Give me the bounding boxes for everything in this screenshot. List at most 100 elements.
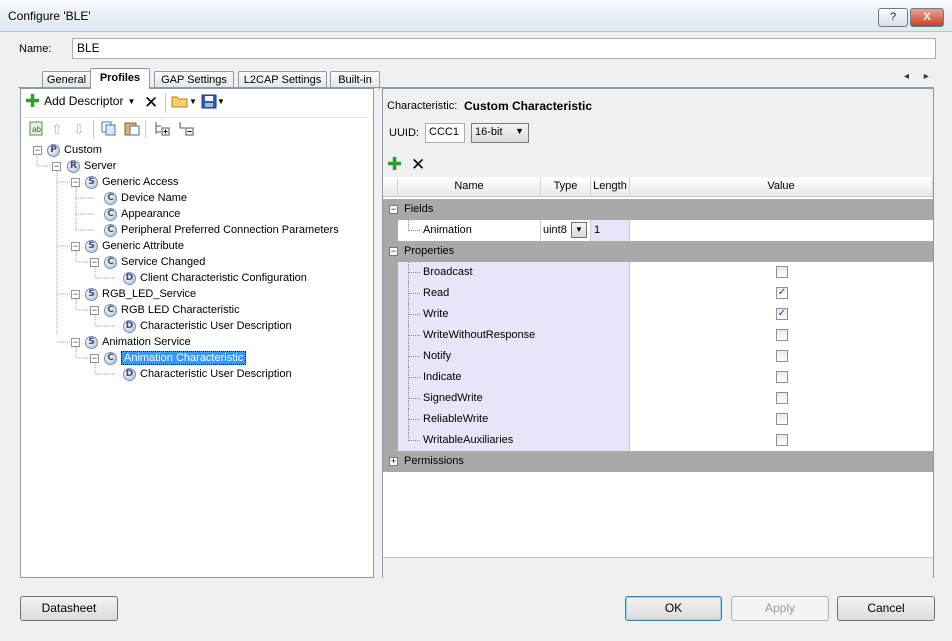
property-checkbox[interactable]	[776, 266, 788, 278]
property-row[interactable]: Broadcast	[383, 262, 933, 283]
header-value[interactable]: Value	[630, 177, 933, 197]
tree-node-label: Generic Attribute	[102, 240, 184, 252]
copy-icon[interactable]	[101, 121, 117, 136]
tree-node-animation-service[interactable]: S Animation Service	[85, 334, 191, 350]
property-row[interactable]: SignedWrite	[383, 388, 933, 409]
open-folder-icon[interactable]: ▼	[171, 94, 197, 108]
field-value[interactable]	[630, 220, 933, 241]
service-badge-icon: S	[85, 175, 98, 189]
category-permissions[interactable]: + Permissions	[383, 451, 933, 472]
tree-node-service-changed[interactable]: C Service Changed	[104, 254, 205, 270]
property-checkbox[interactable]	[776, 392, 788, 404]
tree-node-characteristic-user-description[interactable]: D Characteristic User Description	[123, 318, 292, 334]
descriptor-badge-icon: D	[123, 367, 136, 381]
collapse-all-icon[interactable]	[177, 121, 195, 136]
tree-node-rgb-led-characteristic[interactable]: C RGB LED Characteristic	[104, 302, 240, 318]
field-type-select[interactable]: uint8 ▼	[541, 220, 591, 241]
expand-all-icon[interactable]	[153, 121, 171, 136]
collapse-toggle-icon[interactable]: −	[90, 258, 99, 267]
property-value[interactable]: ✓	[630, 283, 933, 304]
property-row[interactable]: Indicate	[383, 367, 933, 388]
property-row[interactable]: WritableAuxiliaries	[383, 430, 933, 451]
cancel-button[interactable]: Cancel	[837, 596, 935, 621]
collapse-toggle-icon[interactable]: −	[71, 242, 80, 251]
collapse-toggle-icon[interactable]: −	[71, 338, 80, 347]
tree-node-client-characteristic-configuration[interactable]: D Client Characteristic Configuration	[123, 270, 307, 286]
help-button[interactable]: ?	[878, 8, 908, 27]
move-down-icon[interactable]: ⇩	[73, 121, 85, 138]
property-checkbox[interactable]: ✓	[776, 287, 788, 299]
property-value[interactable]	[630, 367, 933, 388]
collapse-toggle-icon[interactable]: −	[52, 162, 61, 171]
delete-icon[interactable]: ✕	[144, 93, 158, 113]
header-name[interactable]: Name	[398, 177, 541, 197]
dropdown-arrow-icon[interactable]: ▼	[571, 222, 587, 238]
property-row[interactable]: WriteWithoutResponse	[383, 325, 933, 346]
header-length[interactable]: Length	[591, 177, 630, 197]
property-checkbox[interactable]	[776, 329, 788, 341]
property-value[interactable]	[630, 325, 933, 346]
field-length[interactable]: 1	[591, 220, 630, 241]
tree-node-label: Generic Access	[102, 176, 179, 188]
collapse-toggle-icon[interactable]: −	[90, 306, 99, 315]
collapse-toggle-icon[interactable]: −	[33, 146, 42, 155]
header-type[interactable]: Type	[541, 177, 591, 197]
datasheet-button[interactable]: Datasheet	[20, 596, 118, 621]
property-row[interactable]: ReliableWrite	[383, 409, 933, 430]
collapse-toggle-icon[interactable]: −	[71, 178, 80, 187]
tab-scroll-arrows-icon[interactable]: ◂ ▸	[904, 71, 935, 82]
tree-node-animation-characteristic[interactable]: C Animation Characteristic	[104, 350, 247, 366]
property-checkbox[interactable]: ✓	[776, 308, 788, 320]
tree-node-characteristic-user-description[interactable]: D Characteristic User Description	[123, 366, 292, 382]
collapse-toggle-icon[interactable]: −	[90, 354, 99, 363]
toolbar-separator	[145, 120, 146, 138]
add-field-icon[interactable]: ✚	[387, 155, 402, 173]
tree-node-rgb-led-service[interactable]: S RGB_LED_Service	[85, 286, 196, 302]
characteristic-badge-icon: C	[104, 191, 117, 205]
collapse-toggle-icon[interactable]: −	[389, 247, 398, 256]
ok-button[interactable]: OK	[625, 596, 722, 621]
tab-profiles[interactable]: Profiles	[90, 68, 150, 89]
uuid-type-select[interactable]: 16-bit ▼	[471, 123, 529, 143]
collapse-toggle-icon[interactable]: −	[389, 205, 398, 214]
property-value[interactable]	[630, 262, 933, 283]
save-icon[interactable]: ▼	[201, 94, 225, 109]
property-value[interactable]	[630, 430, 933, 451]
service-badge-icon: S	[85, 335, 98, 349]
apply-button[interactable]: Apply	[731, 596, 829, 621]
tree-node-device-name[interactable]: C Device Name	[104, 190, 187, 206]
collapse-toggle-icon[interactable]: −	[71, 290, 80, 299]
property-value[interactable]	[630, 388, 933, 409]
property-grid: Name Type Length Value − Fields Animatio…	[383, 177, 933, 557]
property-row[interactable]: Read ✓	[383, 283, 933, 304]
property-checkbox[interactable]	[776, 434, 788, 446]
property-value[interactable]	[630, 409, 933, 430]
tree-node-appearance[interactable]: C Appearance	[104, 206, 180, 222]
tree-node-peripheral-preferred-connection-parameters[interactable]: C Peripheral Preferred Connection Paramet…	[104, 222, 339, 238]
add-descriptor-button[interactable]: ✚ Add Descriptor ▼	[25, 92, 135, 110]
uuid-input[interactable]: CCC1	[425, 123, 465, 143]
category-properties[interactable]: − Properties	[383, 241, 933, 262]
close-button[interactable]: X	[910, 8, 944, 27]
property-row[interactable]: Write ✓	[383, 304, 933, 325]
tree-node-custom[interactable]: P Custom	[47, 142, 102, 158]
property-value[interactable]	[630, 346, 933, 367]
tree-node-generic-access[interactable]: S Generic Access	[85, 174, 178, 190]
property-checkbox[interactable]	[776, 350, 788, 362]
property-row[interactable]: Notify	[383, 346, 933, 367]
delete-field-icon[interactable]: ✕	[411, 155, 425, 175]
property-checkbox[interactable]	[776, 413, 788, 425]
tree-node-label: Custom	[64, 144, 102, 156]
name-input[interactable]: BLE	[72, 38, 936, 59]
category-fields[interactable]: − Fields	[383, 199, 933, 220]
property-value[interactable]: ✓	[630, 304, 933, 325]
paste-icon[interactable]	[124, 121, 140, 136]
tree-node-generic-attribute[interactable]: S Generic Attribute	[85, 238, 184, 254]
tree-node-server[interactable]: R Server	[67, 158, 116, 174]
property-name: Broadcast	[423, 266, 473, 278]
import-icon[interactable]: ab	[29, 121, 44, 136]
property-checkbox[interactable]	[776, 371, 788, 383]
move-up-icon[interactable]: ⇧	[51, 121, 63, 138]
field-row[interactable]: Animation uint8 ▼ 1	[383, 220, 933, 241]
expand-toggle-icon[interactable]: +	[389, 457, 398, 466]
